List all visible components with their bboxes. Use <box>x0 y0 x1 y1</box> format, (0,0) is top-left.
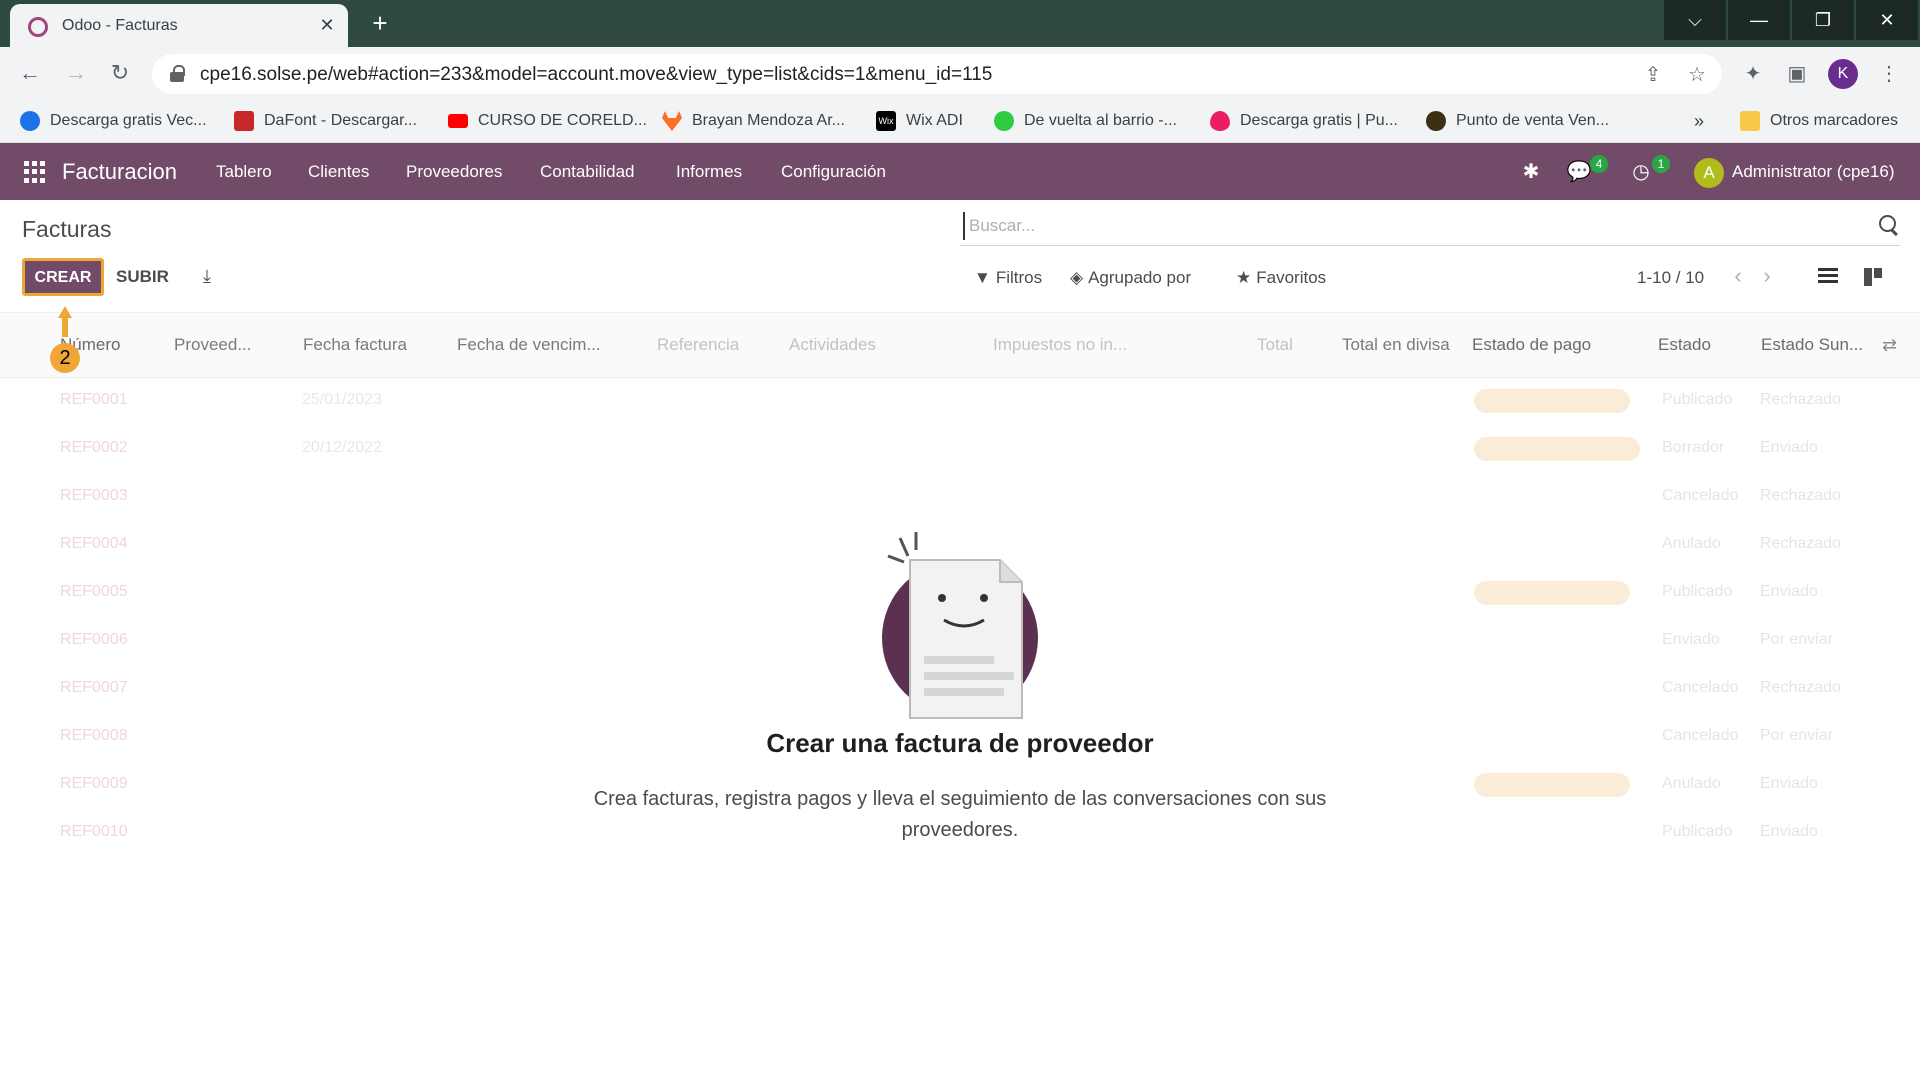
restore-button[interactable]: ❐ <box>1792 0 1854 40</box>
column-estado[interactable]: Estado <box>1658 335 1711 355</box>
extensions-icon[interactable]: ✦ <box>1738 59 1768 89</box>
search-input[interactable] <box>963 212 1823 240</box>
create-button[interactable]: CREAR <box>22 258 104 296</box>
close-window-button[interactable]: ✕ <box>1856 0 1918 40</box>
forward-icon[interactable]: → <box>60 57 92 89</box>
profile-avatar[interactable]: K <box>1828 59 1858 89</box>
play-icon <box>994 111 1014 131</box>
address-bar[interactable]: cpe16.solse.pe/web#action=233&model=acco… <box>152 54 1722 94</box>
tab-search-icon[interactable]: ⌵ <box>1664 0 1726 40</box>
browser-tab[interactable]: Odoo - Facturas ✕ <box>10 4 348 47</box>
user-avatar[interactable]: A <box>1694 158 1724 188</box>
menu-contabilidad[interactable]: Contabilidad <box>540 162 635 182</box>
debug-bug-icon[interactable]: ✱ <box>1518 159 1544 185</box>
lock-icon[interactable] <box>170 65 185 83</box>
dafont-icon <box>234 111 254 131</box>
empty-state-title: Crear una factura de proveedor <box>766 728 1154 758</box>
column-proveedor[interactable]: Proveed... <box>174 335 252 355</box>
table-row: REF0002 20/12/2022 Borrador Enviado <box>0 426 1920 474</box>
filters-button[interactable]: ▼ Filtros <box>974 268 1042 288</box>
column-settings-icon[interactable]: ⇄ <box>1882 335 1902 355</box>
filter-icon: ▼ <box>974 268 991 287</box>
wix-icon: Wix <box>876 111 896 131</box>
search-icon[interactable] <box>1878 214 1900 236</box>
layers-icon: ◈ <box>1070 268 1084 287</box>
close-tab-icon[interactable]: ✕ <box>316 14 338 36</box>
annotation-arrow-icon <box>58 306 72 338</box>
more-bookmarks-icon[interactable]: » <box>1694 108 1704 134</box>
messages-icon[interactable]: 💬 <box>1566 159 1592 185</box>
folder-icon <box>1740 111 1760 131</box>
freepik-icon <box>20 111 40 131</box>
column-fecha-vencimiento[interactable]: Fecha de vencim... <box>457 335 601 355</box>
app-brand[interactable]: Facturacion <box>62 159 177 185</box>
messages-badge: 4 <box>1590 155 1608 173</box>
list-view-icon[interactable] <box>1818 268 1838 285</box>
star-icon: ★ <box>1236 268 1252 287</box>
group-by-button[interactable]: ◈ Agrupado por <box>1070 268 1191 288</box>
annotation-step-badge: 2 <box>50 343 80 373</box>
share-icon[interactable]: ⇪ <box>1640 62 1666 88</box>
pager-next-icon[interactable]: › <box>1758 264 1776 288</box>
odoo-navbar: Facturacion Tablero Clientes Proveedores… <box>0 143 1920 200</box>
menu-tablero[interactable]: Tablero <box>216 162 272 182</box>
tab-title: Odoo - Facturas <box>62 17 178 34</box>
bookmark-item[interactable]: CURSO DE CORELD... <box>448 108 647 134</box>
menu-clientes[interactable]: Clientes <box>308 162 369 182</box>
empty-invoice-illustration <box>882 532 1038 719</box>
page-title: Facturas <box>22 216 112 242</box>
column-actividades[interactable]: Actividades <box>789 335 876 355</box>
pink-drop-icon <box>1210 111 1230 131</box>
activities-badge: 1 <box>1652 155 1670 173</box>
column-total-divisa[interactable]: Total en divisa <box>1342 335 1450 355</box>
odoo-favicon-icon <box>28 17 48 37</box>
kanban-view-icon[interactable] <box>1864 268 1882 286</box>
browser-toolbar: ← → ↻ cpe16.solse.pe/web#action=233&mode… <box>0 47 1920 100</box>
menu-proveedores[interactable]: Proveedores <box>406 162 502 182</box>
empty-state-text: Crea facturas, registra pagos y lleva el… <box>593 788 1327 841</box>
url-text[interactable]: cpe16.solse.pe/web#action=233&model=acco… <box>200 64 992 86</box>
table-row: REF0001 25/01/2023 Publicado Rechazado <box>0 378 1920 426</box>
new-tab-button[interactable]: + <box>366 9 394 37</box>
bookmark-item[interactable]: DaFont - Descargar... <box>234 108 417 134</box>
youtube-icon <box>448 114 468 128</box>
pager-prev-icon[interactable]: ‹ <box>1729 264 1747 288</box>
bookmarks-bar: Descarga gratis Vec... DaFont - Descarga… <box>0 100 1920 143</box>
column-estado-pago[interactable]: Estado de pago <box>1472 335 1591 355</box>
favorites-button[interactable]: ★ Favoritos <box>1236 268 1326 288</box>
bookmark-item[interactable]: Descarga gratis | Pu... <box>1210 108 1398 134</box>
download-icon[interactable]: ⤓ <box>198 266 216 286</box>
screen: Odoo - Facturas ✕ + ⌵ — ❐ ✕ ← → ↻ cpe16.… <box>0 0 1920 1079</box>
table-row: REF0003 Cancelado Rechazado <box>60 487 1841 504</box>
browser-menu-icon[interactable]: ⋮ <box>1874 59 1904 89</box>
pager-value[interactable]: 1-10 / 10 <box>1637 268 1704 288</box>
gitlab-icon <box>662 111 682 131</box>
column-referencia[interactable]: Referencia <box>657 335 739 355</box>
other-bookmarks[interactable]: Otros marcadores <box>1740 108 1898 134</box>
bookmark-item[interactable]: Brayan Mendoza Ar... <box>662 108 845 134</box>
user-menu[interactable]: Administrator (cpe16) <box>1732 162 1895 182</box>
star-badge-icon <box>1426 111 1446 131</box>
side-panel-icon[interactable]: ▣ <box>1782 59 1812 89</box>
column-fecha-factura[interactable]: Fecha factura <box>303 335 407 355</box>
activities-clock-icon[interactable]: ◷ <box>1628 159 1654 185</box>
minimize-button[interactable]: — <box>1728 0 1790 40</box>
bookmark-item[interactable]: Descarga gratis Vec... <box>20 108 207 134</box>
back-icon[interactable]: ← <box>14 57 46 89</box>
reload-icon[interactable]: ↻ <box>104 57 136 89</box>
search-bar <box>960 208 1900 246</box>
bookmark-star-icon[interactable]: ☆ <box>1684 62 1710 88</box>
bookmark-item[interactable]: De vuelta al barrio -... <box>994 108 1177 134</box>
table-header: Número Proveed... Fecha factura Fecha de… <box>0 312 1920 378</box>
apps-menu-icon[interactable] <box>24 161 46 183</box>
bookmark-item[interactable]: Punto de venta Ven... <box>1426 108 1609 134</box>
menu-configuracion[interactable]: Configuración <box>781 162 886 182</box>
browser-tab-strip: Odoo - Facturas ✕ + ⌵ — ❐ ✕ <box>0 0 1920 47</box>
column-impuestos[interactable]: Impuestos no in... <box>993 335 1127 355</box>
upload-button[interactable]: SUBIR <box>116 262 169 292</box>
bookmark-item[interactable]: Wix Wix ADI <box>876 108 963 134</box>
column-estado-sunat[interactable]: Estado Sun... <box>1761 335 1863 355</box>
menu-informes[interactable]: Informes <box>676 162 742 182</box>
column-total[interactable]: Total <box>1257 335 1293 355</box>
